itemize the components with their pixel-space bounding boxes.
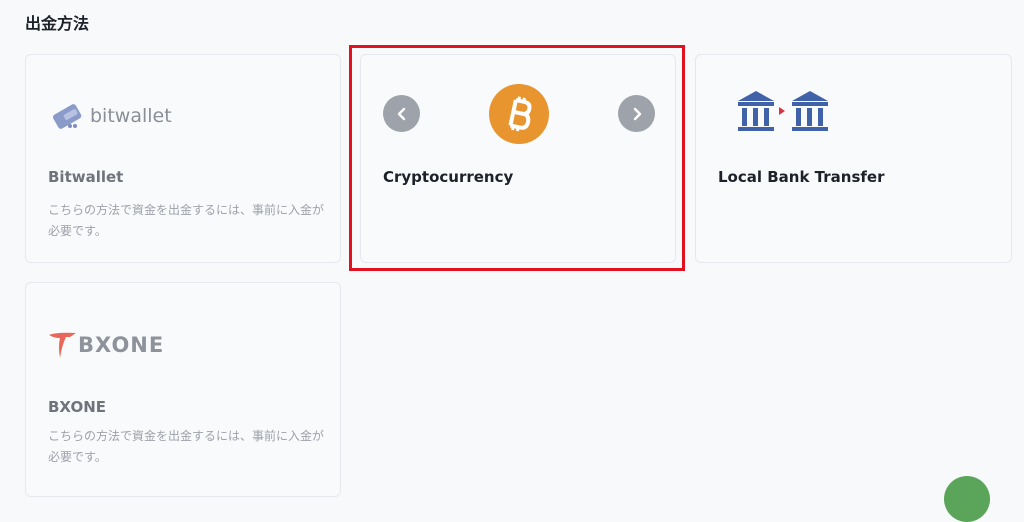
bank-transfer-icon — [736, 89, 832, 133]
bitwallet-logo-text: bitwallet — [90, 105, 172, 127]
chat-button[interactable] — [944, 476, 990, 522]
bxone-logo-text: BXONE — [78, 333, 165, 357]
selection-highlight — [349, 45, 685, 271]
method-description: こちらの方法で資金を出金するには、事前に入金が必要です。 — [48, 203, 325, 238]
method-card-local-bank-transfer[interactable]: Local Bank Transfer — [695, 54, 1012, 263]
method-description: こちらの方法で資金を出金するには、事前に入金が必要です。 — [48, 429, 325, 464]
method-title: Local Bank Transfer — [718, 168, 885, 186]
method-title: BXONE — [48, 398, 107, 416]
bxone-logo: BXONE — [48, 331, 178, 361]
page-title: 出金方法 — [25, 14, 90, 33]
method-card-bxone[interactable]: BXONE BXONE こちらの方法で資金を出金するには、事前に入金が必要です。 — [25, 282, 341, 497]
bitwallet-logo: bitwallet — [46, 99, 186, 133]
method-card-bitwallet[interactable]: bitwallet Bitwallet こちらの方法で資金を出金するには、事前に… — [25, 54, 341, 263]
method-title: Bitwallet — [48, 168, 124, 186]
